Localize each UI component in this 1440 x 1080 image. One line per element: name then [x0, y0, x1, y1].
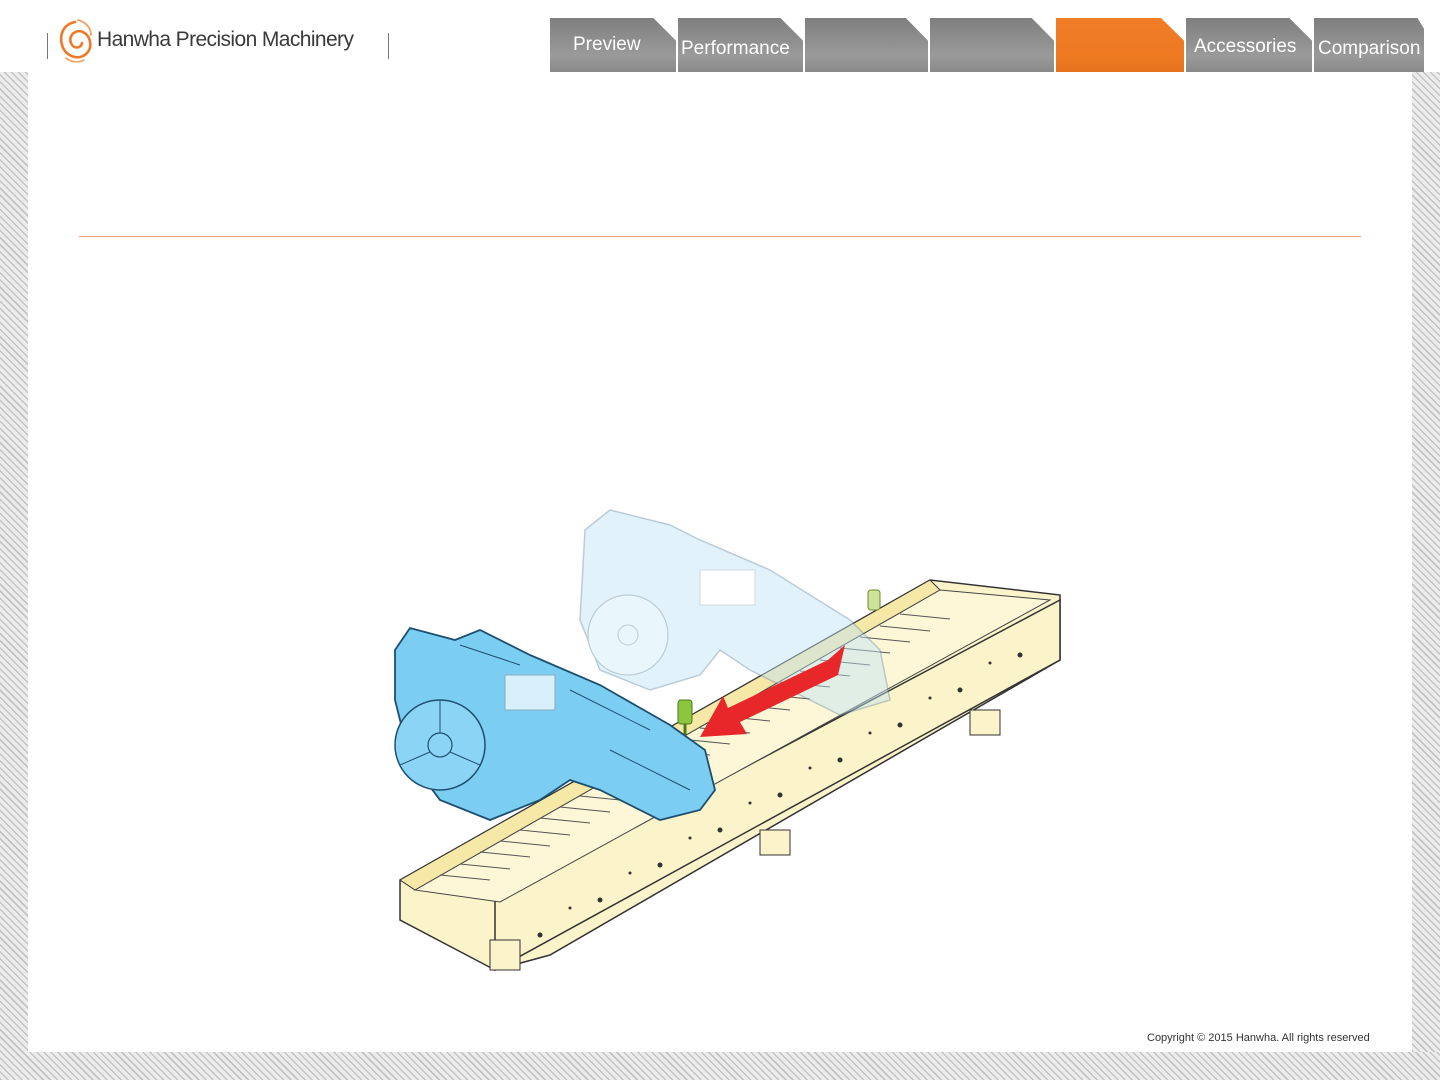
tab-label: Comparison [1318, 38, 1421, 59]
copyright-text: Copyright © 2015 Hanwha. All rights rese… [1147, 1032, 1370, 1044]
tab-3[interactable] [805, 18, 928, 72]
tab-accessories[interactable]: Accessories [1186, 18, 1312, 72]
brand-name: Hanwha Precision Machinery [97, 28, 354, 51]
feeder-installation-illustration [394, 509, 1061, 972]
bottom-border-pattern [0, 1052, 1440, 1080]
tab-comparison[interactable]: Comparison [1314, 18, 1424, 72]
right-border-pattern [1412, 72, 1440, 1080]
feeder-ghost [579, 509, 891, 716]
tab-4[interactable] [930, 18, 1054, 72]
hanwha-logo-icon [59, 19, 92, 63]
nav-tabs: Preview Performance Accessories Comparis… [550, 18, 1424, 72]
left-border-pattern [0, 72, 28, 1080]
tab-performance[interactable]: Performance [678, 18, 803, 72]
tab-preview[interactable]: Preview [550, 18, 676, 72]
header: Hanwha Precision Machinery Preview Perfo… [0, 0, 1440, 72]
title-divider [79, 236, 1361, 237]
logo-divider-left [47, 33, 48, 59]
tab-active[interactable] [1056, 18, 1184, 72]
logo-divider-right [388, 33, 389, 59]
tab-label: Performance [681, 38, 790, 59]
tab-label: Accessories [1194, 36, 1297, 57]
tab-label: Preview [573, 34, 641, 55]
